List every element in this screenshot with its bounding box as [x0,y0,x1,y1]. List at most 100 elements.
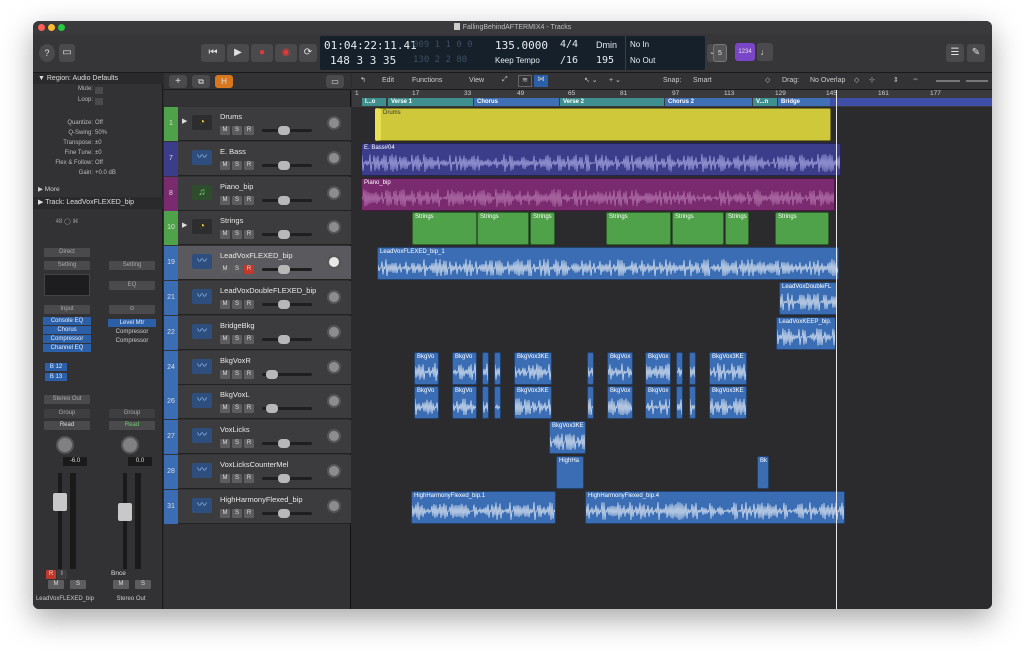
fader-knob[interactable] [278,508,290,518]
region-bkg-short[interactable] [494,386,501,420]
mute-button-1[interactable]: M [48,580,64,589]
track-name[interactable]: BkgVoxR [220,356,251,365]
rewind-button[interactable]: ⏮ [201,44,225,62]
region-highha[interactable]: HighHa [556,456,584,489]
drag-dropdown-icon[interactable]: ◇ [854,76,859,84]
track-header-row[interactable]: 7 〰 E. Bass M S R [164,141,351,176]
group-button-2[interactable]: Group [109,409,155,418]
pan-knob[interactable] [327,498,341,513]
catch-icon[interactable]: ⤢ [502,76,508,84]
marker-4[interactable]: Chorus 2 [665,98,752,106]
region-param-value[interactable]: +0.0 dB [95,170,116,176]
track-name[interactable]: Strings [220,216,243,225]
region-piano[interactable]: Piano_bip [361,177,835,211]
mute-button[interactable]: M [220,404,230,414]
automation-mode-1[interactable]: Read [44,421,90,430]
disclosure-triangle-icon[interactable]: ▶ [182,117,187,125]
pan-knob[interactable] [327,185,341,200]
pan-knob[interactable] [327,394,341,409]
playhead[interactable] [836,90,837,609]
track-name[interactable]: E. Bass [220,147,246,156]
track-header-row[interactable]: 1 ▶ ◔ Drums M S R [164,107,351,141]
region-param-value[interactable]: 50% [95,130,107,136]
track-name[interactable]: BkgVoxL [220,390,250,399]
play-button[interactable]: ▶ [227,44,249,62]
metronome-icon[interactable]: ♩ [757,43,773,61]
fader-knob[interactable] [278,334,290,344]
track-name[interactable]: LeadVoxDoubleFLEXED_bip [220,286,316,295]
region-param-value[interactable]: Off [95,160,103,166]
region-leaddouble[interactable]: LeadVoxDoubleFL [779,282,837,315]
back-icon[interactable]: ↰ [360,76,366,84]
region-strings[interactable]: Strings [477,212,529,246]
solo-button[interactable]: S [232,265,242,275]
secondary-tool-icon[interactable]: + ⌄ [609,76,621,84]
record-enable-1[interactable]: R [46,570,56,579]
region-bkg-short[interactable] [482,351,489,385]
region-leadvox[interactable]: LeadVoxFLEXED_bip_1 [377,247,839,281]
mute-button[interactable]: M [220,265,230,275]
drag-value[interactable]: No Overlap [810,77,845,84]
hide-button[interactable]: H [215,75,233,88]
pan-knob[interactable] [327,220,341,235]
mute-button[interactable]: M [220,508,230,518]
track-header-row[interactable]: 10 ▶ ◔ Strings M S R [164,211,351,246]
plugin-compressor-2b[interactable]: Compressor [108,337,156,345]
mute-button[interactable]: M [220,439,230,449]
mute-button[interactable]: M [220,230,230,240]
input-button[interactable]: Input [44,305,90,314]
lcd-mode-button[interactable]: 1234 [735,43,755,61]
solo-button[interactable]: S [232,126,242,135]
track-volume-slider[interactable] [262,230,312,240]
solo-button[interactable]: S [232,369,242,379]
region-bkg-short[interactable] [587,386,594,420]
region-param-value[interactable]: Off [95,120,103,126]
region-strings[interactable]: Strings [530,212,555,246]
flex-icon[interactable]: ≋ [518,75,532,87]
region-param-row[interactable]: Loop: [33,97,163,106]
edit-menu[interactable]: Edit [382,77,394,84]
horizontal-zoom-icon[interactable]: ⇔ [912,76,919,83]
mute-button[interactable]: M [220,474,230,483]
fader-knob[interactable] [266,369,278,379]
send-b12[interactable]: B 12 [45,363,67,371]
track-volume-slider[interactable] [262,195,312,205]
plugin-channel-eq[interactable]: Channel EQ [43,344,91,352]
flex-mode-icon[interactable]: ⋈ [534,75,548,87]
lcd-display[interactable]: 01:04:22:11.41 009 1 1 0 0 148 3 3 35 13… [320,36,705,70]
region-strings[interactable]: Strings [412,212,477,246]
region-strings[interactable]: Strings [725,212,749,246]
region-strings[interactable]: Strings [606,212,671,246]
region-leadkeep[interactable]: LeadVoxKEEP_bip. [776,316,836,350]
plugin-compressor[interactable]: Compressor [43,335,91,343]
record-enable-button[interactable]: R [244,334,254,344]
input-monitor-1[interactable]: I [57,570,67,579]
pointer-tool-icon[interactable]: ↖ ⌄ [584,76,598,84]
mute-button[interactable]: M [220,300,230,309]
help-icon[interactable]: ? [39,44,55,62]
record-enable-button[interactable]: R [244,160,254,170]
marker-6[interactable]: Bridge [778,98,830,106]
record-enable-button[interactable]: R [244,195,254,205]
solo-button[interactable]: S [232,230,242,240]
region-param-row[interactable]: Q-Swing: 50% [33,130,163,139]
record-enable-button[interactable]: R [244,508,254,518]
track-volume-slider[interactable] [262,439,312,449]
solo-button-2[interactable]: S [135,580,151,589]
region-param-row[interactable]: Gain: +0.0 dB [33,170,163,179]
region-strings[interactable]: Strings [775,212,829,246]
view-menu[interactable]: View [469,77,484,84]
region-param-row[interactable]: Quantize: Off [33,120,163,129]
automation-mode-2[interactable]: Read [109,421,155,430]
track-header-row[interactable]: 24 〰 BkgVoxR M S R [164,350,351,385]
fader-knob[interactable] [278,439,290,449]
track-name[interactable]: HighHarmonyFlexed_bip [220,495,303,504]
more-toggle[interactable]: ▶ More [33,185,163,195]
zoom-window-button[interactable] [58,24,65,31]
fader-knob[interactable] [278,474,290,483]
bounce-button[interactable]: Bnce [111,570,126,577]
pan-knob[interactable] [327,464,341,478]
track-name[interactable]: LeadVoxFLEXED_bip [220,251,293,260]
region-bkgvox3ke[interactable]: BkgVox3KE [514,386,552,420]
pan-knob[interactable] [327,359,341,374]
